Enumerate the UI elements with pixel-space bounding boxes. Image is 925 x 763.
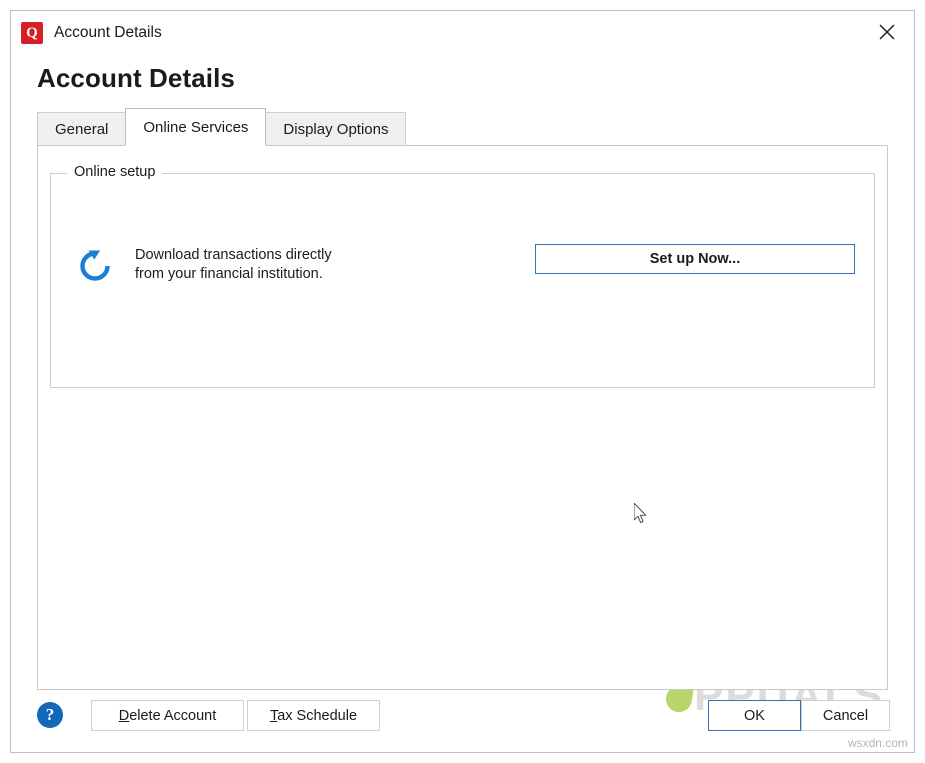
delete-account-label: Delete Account [118, 707, 217, 724]
online-setup-row: Download transactions directly from your… [69, 244, 856, 288]
online-setup-group: Online setup Download transactions direc… [50, 164, 875, 388]
ok-button[interactable]: OK [708, 700, 801, 731]
tab-general[interactable]: General [37, 112, 127, 146]
window-title: Account Details [54, 24, 162, 41]
close-button[interactable] [860, 11, 914, 53]
title-bar: Q Account Details [11, 11, 914, 55]
tab-display-options[interactable]: Display Options [265, 112, 407, 146]
online-setup-description: Download transactions directly from your… [135, 247, 332, 282]
close-icon [879, 24, 895, 40]
source-watermark: wsxdn.com [847, 736, 908, 750]
mouse-cursor [633, 501, 648, 525]
tax-schedule-label: Tax Schedule [269, 707, 358, 724]
refresh-circular-arrow-icon [73, 244, 117, 288]
tax-schedule-button[interactable]: Tax Schedule [247, 700, 380, 731]
online-setup-legend: Online setup [67, 164, 163, 180]
cancel-button[interactable]: Cancel [801, 700, 890, 731]
tab-strip: General Online Services Display Options [37, 108, 914, 146]
set-up-now-button[interactable]: Set up Now... [535, 244, 855, 274]
dialog-footer: ? Delete Account Tax Schedule OK Cancel [11, 690, 914, 752]
page-title: Account Details [37, 63, 235, 93]
help-question-icon[interactable]: ? [37, 702, 63, 728]
quicken-q-icon: Q [21, 22, 43, 44]
tab-panel-online-services: Online setup Download transactions direc… [37, 145, 888, 690]
account-details-window: Q Account Details Account Details Genera… [10, 10, 915, 753]
delete-account-button[interactable]: Delete Account [91, 700, 244, 731]
tab-online-services[interactable]: Online Services [125, 108, 267, 146]
